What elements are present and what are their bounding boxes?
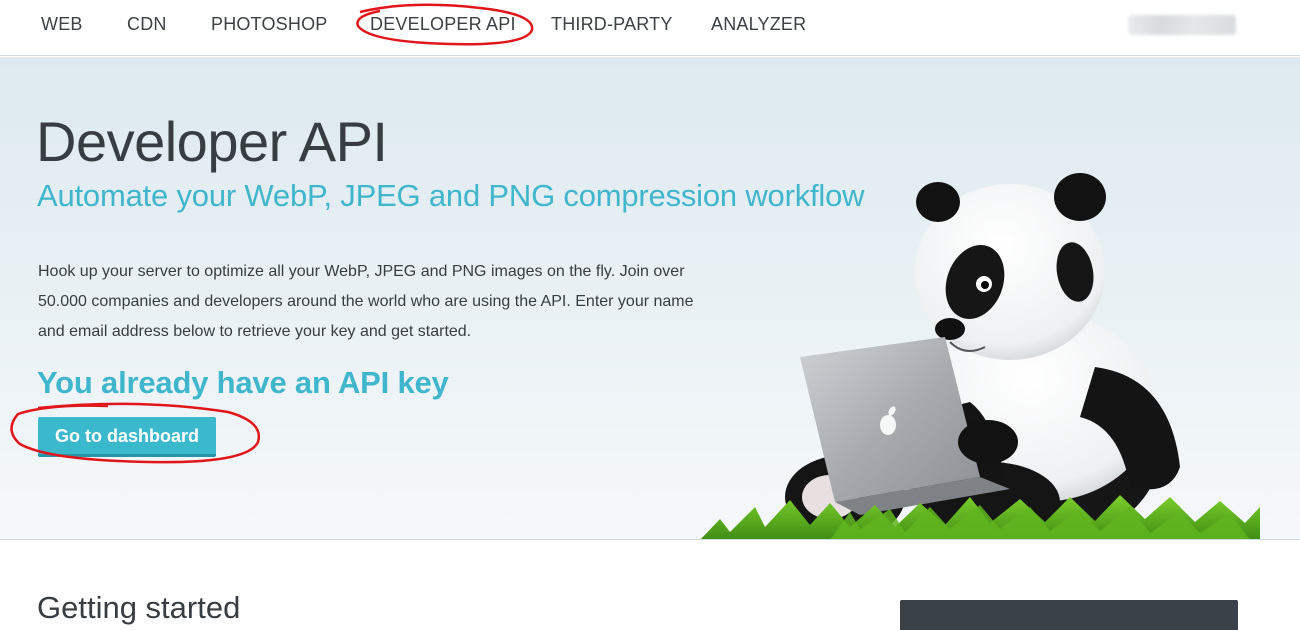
top-navigation: WEB CDN PHOTOSHOP DEVELOPER API THIRD-PA… [0,0,1300,56]
panda-laptop-illustration [700,173,1260,539]
api-key-heading: You already have an API key [37,365,449,400]
hero-section: Developer API Automate your WebP, JPEG a… [0,57,1300,540]
hero-description: Hook up your server to optimize all your… [38,263,694,340]
side-panel [900,600,1238,630]
getting-started-title: Getting started [37,590,241,625]
go-to-dashboard-button[interactable]: Go to dashboard [38,417,216,457]
nav-item-developer-api[interactable]: DEVELOPER API [370,14,516,35]
nav-item-analyzer[interactable]: ANALYZER [711,14,806,35]
nav-item-cdn[interactable]: CDN [127,14,167,35]
page-title: Developer API [36,110,388,173]
nav-item-web[interactable]: WEB [41,14,83,35]
nav-item-photoshop[interactable]: PHOTOSHOP [211,14,328,35]
nav-item-third-party[interactable]: THIRD-PARTY [551,14,673,35]
account-link-blurred[interactable] [1128,15,1236,35]
